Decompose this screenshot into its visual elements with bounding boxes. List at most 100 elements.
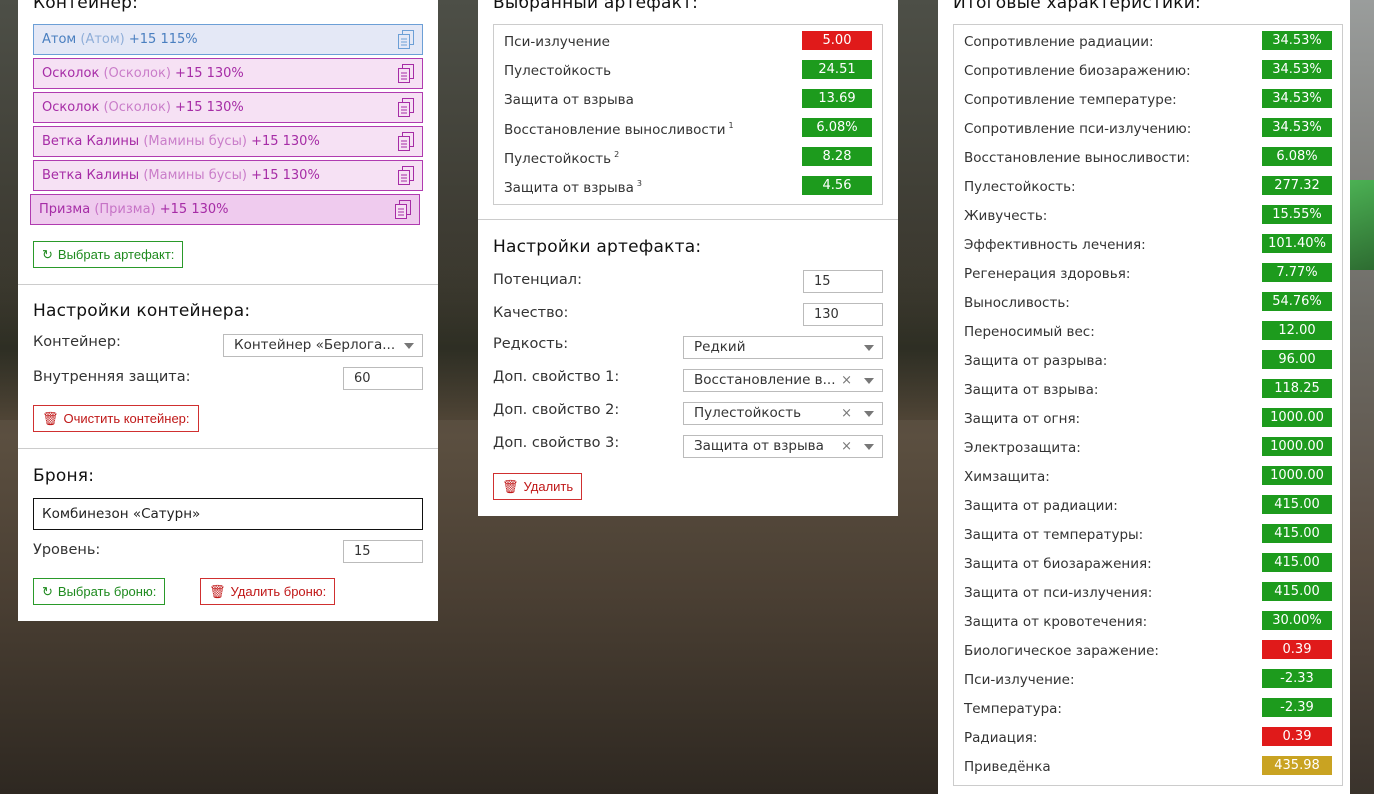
artifact-alt-name: (Мамины бусы) (143, 168, 247, 183)
choose-armor-button[interactable]: ↻ Выбрать броню: (33, 578, 166, 605)
prop3-select[interactable]: Защита от взрыва × (683, 435, 883, 458)
container-artifact-item[interactable]: Призма (Призма) +15 130% (30, 194, 420, 225)
stat-row: Сопротивление температуре: 34.53% (964, 86, 1332, 115)
refresh-icon: ↻ (42, 584, 53, 599)
copy-icon[interactable] (398, 166, 414, 185)
artifact-panel: Выбранный артефакт: Пси-излучение 5.00 Пул… (478, 0, 898, 516)
stat-name: Переносимый вес: (964, 324, 1095, 340)
stat-name: Живучесть: (964, 208, 1048, 224)
stat-footnote: 3 (636, 179, 642, 188)
stat-name: Защита от кровотечения: (964, 614, 1148, 630)
choose-artifact-button[interactable]: ↻ Выбрать артефакт: (33, 241, 184, 268)
stat-name: Выносливость: (964, 295, 1070, 311)
stat-value: 30.00% (1262, 611, 1332, 630)
stat-name: Химзащита: (964, 469, 1050, 485)
stat-name: Защита от взрыва: (964, 382, 1099, 398)
stat-value: 118.25 (1262, 379, 1332, 398)
close-icon[interactable]: × (841, 403, 852, 424)
copy-icon[interactable] (398, 64, 414, 83)
stat-name: Температура: (964, 701, 1062, 717)
container-artifact-item[interactable]: Ветка Калины (Мамины бусы) +15 130% (33, 160, 423, 191)
stat-value: 12.00 (1262, 321, 1332, 340)
container-artifact-item[interactable]: Осколок (Осколок) +15 130% (33, 58, 423, 89)
clear-container-button[interactable]: 🗑 Очистить контейнер: (33, 405, 199, 432)
artifact-level: +15 115% (128, 32, 198, 47)
artifact-level: +15 130% (251, 168, 320, 183)
artifact-alt-name: (Атом) (80, 32, 125, 47)
stat-name: Защита от огня: (964, 411, 1081, 427)
stat-name: Пси-излучение (504, 34, 610, 50)
rarity-label: Редкость: (493, 336, 569, 352)
copy-icon[interactable] (398, 132, 414, 151)
container-panel: Контейнер: Атом (Атом) +15 115% Осколок (… (18, 0, 438, 621)
container-select[interactable]: Контейнер «Берлога... (223, 334, 423, 357)
artifact-alt-name: (Осколок) (103, 100, 171, 115)
stat-value: 8.28 (802, 147, 872, 166)
stat-value: 435.98 (1262, 756, 1332, 775)
copy-icon[interactable] (398, 98, 414, 117)
container-artifact-item[interactable]: Атом (Атом) +15 115% (33, 24, 423, 55)
stat-row: Защита от взрыва 13.69 (504, 86, 872, 115)
background-edge (1350, 0, 1374, 794)
artifact-level: +15 130% (175, 66, 244, 81)
stat-value: 1000.00 (1262, 466, 1332, 485)
refresh-icon: ↻ (42, 247, 53, 262)
stat-name: Эффективность лечения: (964, 237, 1146, 253)
stat-row: Радиация: 0.39 (964, 724, 1332, 753)
stat-value: 24.51 (802, 60, 872, 79)
close-icon[interactable]: × (841, 370, 852, 391)
stat-row: Электрозащита: 1000.00 (964, 434, 1332, 463)
stat-value: 96.00 (1262, 350, 1332, 369)
artifact-name: Призма (39, 202, 91, 217)
potential-input[interactable]: 15 (803, 270, 883, 293)
container-artifact-item[interactable]: Осколок (Осколок) +15 130% (33, 92, 423, 123)
chevron-down-icon (404, 343, 414, 349)
close-icon[interactable]: × (841, 436, 852, 457)
stat-row: Защита от температуры: 415.00 (964, 521, 1332, 550)
armor-title: Броня: (33, 466, 95, 486)
stat-value: 4.56 (802, 176, 872, 195)
stat-value: 0.39 (1262, 640, 1332, 659)
armor-level-label: Уровень: (33, 542, 101, 558)
internal-protection-input[interactable]: 60 (343, 367, 423, 390)
prop2-select[interactable]: Пулестойкость × (683, 402, 883, 425)
stat-name: Радиация: (964, 730, 1038, 746)
stat-row: Выносливость: 54.76% (964, 289, 1332, 318)
stat-name: Восстановление выносливости 1 (504, 121, 734, 138)
stat-name: Защита от температуры: (964, 527, 1144, 543)
stat-row: Приведёнка 435.98 (964, 753, 1332, 782)
rarity-select[interactable]: Редкий (683, 336, 883, 359)
artifact-alt-name: (Призма) (94, 202, 156, 217)
chevron-down-icon (864, 378, 874, 384)
stat-row: Температура: -2.39 (964, 695, 1332, 724)
stat-value: 1000.00 (1262, 408, 1332, 427)
delete-artifact-button[interactable]: 🗑 Удалить (493, 473, 583, 500)
container-label: Контейнер: (33, 334, 121, 350)
divider (18, 284, 438, 285)
artifact-name: Осколок (42, 100, 100, 115)
stat-value: 54.76% (1262, 292, 1332, 311)
stat-value: 1000.00 (1262, 437, 1332, 456)
quality-input[interactable]: 130 (803, 303, 883, 326)
delete-armor-button[interactable]: 🗑 Удалить броню: (200, 578, 336, 605)
potential-label: Потенциал: (493, 272, 582, 288)
stat-row: Пси-излучение: -2.33 (964, 666, 1332, 695)
stat-footnote: 2 (614, 150, 620, 159)
armor-name-field[interactable]: Комбинезон «Сатурн» (33, 498, 423, 530)
stat-value: 415.00 (1262, 495, 1332, 514)
copy-icon[interactable] (398, 30, 414, 49)
stat-name: Пси-излучение: (964, 672, 1075, 688)
stat-row: Защита от радиации: 415.00 (964, 492, 1332, 521)
stat-row: Сопротивление радиации: 34.53% (964, 28, 1332, 57)
stat-row: Переносимый вес: 12.00 (964, 318, 1332, 347)
armor-level-input[interactable]: 15 (343, 540, 423, 563)
artifact-name: Ветка Калины (42, 134, 140, 149)
divider (18, 448, 438, 449)
prop1-select[interactable]: Восстановление в... × (683, 369, 883, 392)
stat-value: 34.53% (1262, 60, 1332, 79)
copy-icon[interactable] (395, 200, 411, 219)
prop3-label: Доп. свойство 3: (493, 435, 620, 451)
artifact-alt-name: (Осколок) (103, 66, 171, 81)
container-artifact-item[interactable]: Ветка Калины (Мамины бусы) +15 130% (33, 126, 423, 157)
stat-value: 277.32 (1262, 176, 1332, 195)
